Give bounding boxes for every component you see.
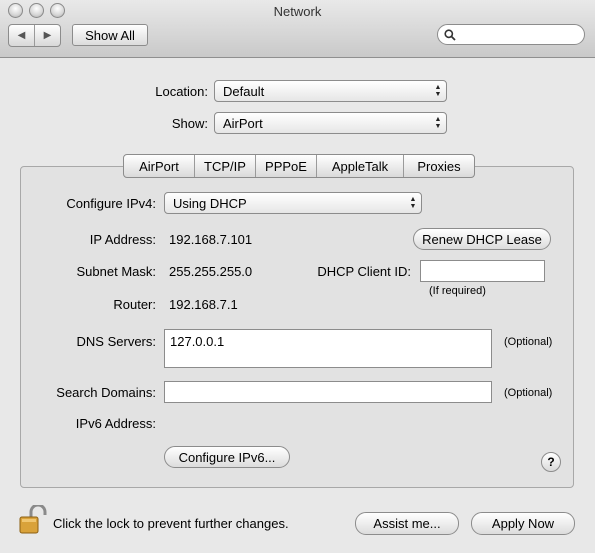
lock-button[interactable]: [19, 503, 47, 538]
if-required-hint: (If required): [429, 285, 486, 297]
location-popup[interactable]: Default ▲ ▼: [214, 80, 447, 102]
ipv6-address-label: IPv6 Address:: [75, 416, 156, 431]
search-field[interactable]: [437, 24, 585, 45]
tab-bar: AirPort TCP/IP PPPoE AppleTalk Proxies: [123, 154, 475, 178]
renew-dhcp-lease-button[interactable]: Renew DHCP Lease: [413, 228, 551, 250]
router-value: 192.168.7.1: [169, 297, 238, 312]
location-label: Location:: [155, 84, 208, 99]
back-arrow-icon: ◀: [17, 30, 26, 41]
dns-optional-hint: (Optional): [504, 336, 553, 348]
configure-ipv4-value: Using DHCP: [173, 195, 247, 211]
search-domains-field[interactable]: [164, 381, 492, 403]
tab-pppoe[interactable]: PPPoE: [256, 155, 317, 177]
popup-arrows-icon: ▲ ▼: [409, 196, 417, 210]
tcpip-panel: [20, 166, 574, 488]
ip-address-value: 192.168.7.101: [169, 232, 253, 247]
search-domains-optional-hint: (Optional): [504, 387, 553, 399]
popup-arrows-icon: ▲ ▼: [434, 116, 442, 130]
forward-arrow-icon: ▶: [43, 30, 52, 41]
back-button[interactable]: ◀: [9, 25, 35, 46]
ip-address-label: IP Address:: [89, 232, 156, 247]
tab-tcpip[interactable]: TCP/IP: [195, 155, 256, 177]
tab-proxies[interactable]: Proxies: [404, 155, 474, 177]
dns-servers-label: DNS Servers:: [76, 334, 156, 349]
popup-arrows-icon: ▲ ▼: [434, 84, 442, 98]
lock-icon: [19, 503, 47, 534]
back-forward-control: ◀ ▶: [8, 24, 61, 47]
dhcp-client-id-field[interactable]: [420, 260, 545, 282]
apply-now-button[interactable]: Apply Now: [471, 512, 575, 535]
forward-button[interactable]: ▶: [35, 25, 60, 46]
location-value: Default: [223, 83, 265, 99]
help-button[interactable]: ?: [541, 452, 561, 472]
dhcp-client-id-label: DHCP Client ID:: [317, 264, 411, 279]
configure-ipv6-button[interactable]: Configure IPv6...: [164, 446, 290, 468]
help-icon: ?: [547, 455, 555, 469]
subnet-mask-value: 255.255.255.0: [169, 264, 253, 279]
assist-me-button[interactable]: Assist me...: [355, 512, 459, 535]
show-label: Show:: [171, 116, 208, 131]
configure-ipv4-label: Configure IPv4:: [66, 196, 156, 211]
show-all-button[interactable]: Show All: [72, 24, 148, 46]
show-value: AirPort: [223, 115, 263, 131]
window-title: Network: [273, 4, 322, 19]
subnet-mask-label: Subnet Mask:: [76, 264, 157, 279]
show-popup[interactable]: AirPort ▲ ▼: [214, 112, 447, 134]
dns-servers-field[interactable]: 127.0.0.1: [164, 329, 492, 368]
tab-airport[interactable]: AirPort: [124, 155, 195, 177]
search-icon: [444, 29, 456, 41]
search-domains-label: Search Domains:: [56, 385, 156, 400]
tab-appletalk[interactable]: AppleTalk: [317, 155, 404, 177]
configure-ipv4-popup[interactable]: Using DHCP ▲ ▼: [164, 192, 422, 214]
lock-message: Click the lock to prevent further change…: [53, 516, 289, 531]
router-label: Router:: [113, 297, 156, 312]
